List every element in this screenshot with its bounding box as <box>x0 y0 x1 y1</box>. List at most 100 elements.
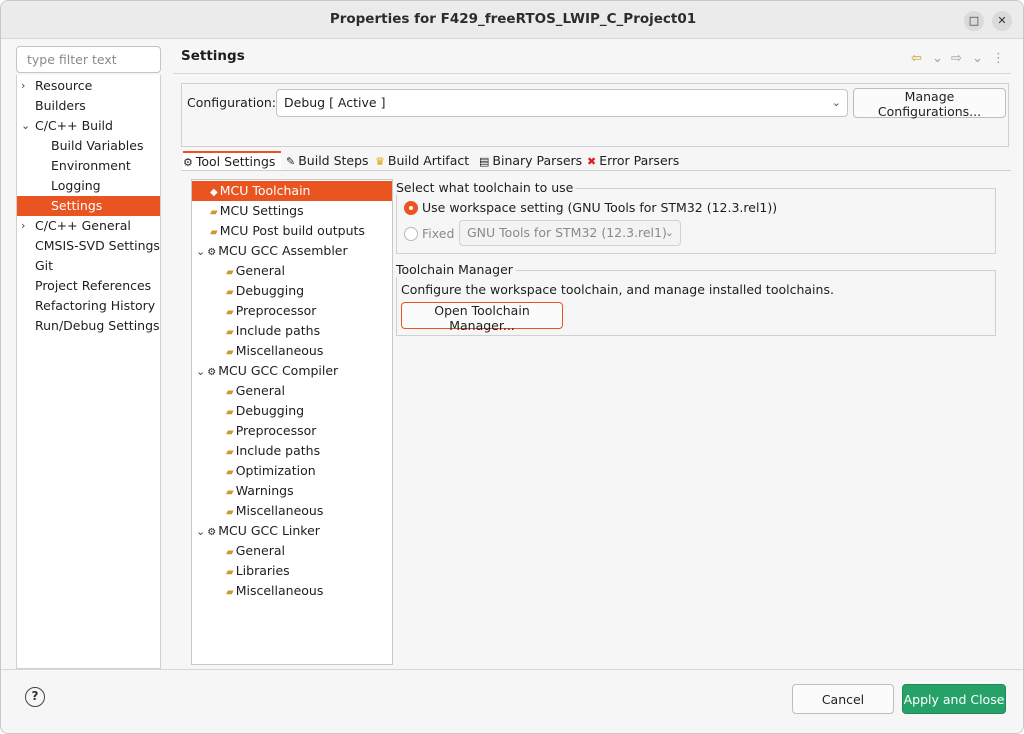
maximize-icon[interactable]: □ <box>964 11 984 31</box>
tree-item-label: MCU Toolchain <box>219 183 311 198</box>
sidebar-item-run-debug[interactable]: Run/Debug Settings <box>17 316 160 336</box>
fixed-radio[interactable] <box>404 227 418 241</box>
filter-input[interactable] <box>16 46 161 73</box>
tab-bar-divider <box>181 170 1011 171</box>
chevron-right-icon[interactable]: › <box>21 216 33 236</box>
tab-tool-settings[interactable]: ⚙ Tool Settings <box>183 151 281 171</box>
configuration-value: Debug [ Active ] <box>284 95 386 110</box>
tree-item-compiler-optimization[interactable]: ▰ Optimization <box>226 461 316 481</box>
tree-item-linker-miscellaneous[interactable]: ▰ Miscellaneous <box>226 581 323 601</box>
properties-dialog: Properties for F429_freeRTOS_LWIP_C_Proj… <box>0 0 1024 734</box>
sidebar-item-label: Settings <box>51 198 103 213</box>
chevron-down-icon[interactable]: ⌄ <box>21 116 33 136</box>
tree-item-label: MCU Settings <box>219 203 304 218</box>
tree-item-label: MCU GCC Compiler <box>218 363 339 378</box>
sidebar-item-cmsis-svd[interactable]: CMSIS-SVD Settings <box>17 236 160 256</box>
tree-item-label: Miscellaneous <box>235 583 324 598</box>
chevron-down-icon[interactable]: ⌄ <box>196 365 205 378</box>
tree-item-label: Warnings <box>235 483 294 498</box>
chip-icon: ◆ <box>210 187 218 198</box>
tree-item-mcu-post-build[interactable]: ▰ MCU Post build outputs <box>210 221 365 241</box>
forward-menu-chevron-icon[interactable]: ⌄ <box>972 51 983 66</box>
fixed-label[interactable]: Fixed <box>422 226 454 241</box>
sidebar-item-git[interactable]: Git <box>17 256 160 276</box>
chevron-right-icon[interactable]: › <box>21 76 33 96</box>
tool-settings-tree: ◆ MCU Toolchain ▰ MCU Settings ▰ MCU Post b… <box>191 179 393 665</box>
back-arrow-icon[interactable]: ⇦ <box>911 51 922 66</box>
header-separator <box>173 73 1011 74</box>
sidebar-item-label: Builders <box>35 98 86 113</box>
tab-label: Tool Settings <box>195 154 276 169</box>
sidebar-item-refactoring-history[interactable]: Refactoring History <box>17 296 160 316</box>
cancel-button[interactable]: Cancel <box>792 684 894 714</box>
tree-item-label: Preprocessor <box>235 423 317 438</box>
tree-item-mcu-settings[interactable]: ▰ MCU Settings <box>210 201 304 221</box>
close-icon[interactable]: ✕ <box>992 11 1012 31</box>
apply-and-close-button[interactable]: Apply and Close <box>902 684 1006 714</box>
sidebar-item-builders[interactable]: Builders <box>17 96 160 116</box>
tree-item-assembler-debugging[interactable]: ▰ Debugging <box>226 281 304 301</box>
workspace-setting-radio[interactable] <box>404 201 418 215</box>
sidebar-item-cpp-build[interactable]: ⌄ C/C++ Build <box>17 116 160 136</box>
forward-arrow-icon[interactable]: ⇨ <box>951 51 962 66</box>
tree-item-compiler-include-paths[interactable]: ▰ Include paths <box>226 441 320 461</box>
tree-item-assembler-preprocessor[interactable]: ▰ Preprocessor <box>226 301 316 321</box>
sidebar-item-settings[interactable]: Settings <box>17 196 160 216</box>
workspace-setting-label[interactable]: Use workspace setting (GNU Tools for STM… <box>422 200 777 215</box>
tab-binary-parsers[interactable]: ▤ Binary Parsers <box>479 151 582 171</box>
tree-item-compiler-debugging[interactable]: ▰ Debugging <box>226 401 304 421</box>
folder-icon: ▰ <box>210 207 218 218</box>
tree-item-label: Libraries <box>235 563 290 578</box>
tree-item-assembler-include-paths[interactable]: ▰ Include paths <box>226 321 320 341</box>
sidebar-item-logging[interactable]: Logging <box>17 176 160 196</box>
tree-item-linker-libraries[interactable]: ▰ Libraries <box>226 561 290 581</box>
tree-item-label: Optimization <box>235 463 316 478</box>
gear-icon: ⚙ <box>207 527 217 538</box>
tree-item-mcu-gcc-linker[interactable]: ⌄ ⚙ MCU GCC Linker <box>196 521 320 541</box>
chevron-down-icon[interactable]: ⌄ <box>196 245 205 258</box>
sidebar-item-label: Environment <box>51 158 131 173</box>
chevron-down-icon: ⌄ <box>664 226 674 239</box>
tree-item-linker-general[interactable]: ▰ General <box>226 541 285 561</box>
sidebar-item-label: C/C++ General <box>35 218 131 233</box>
tree-item-assembler-miscellaneous[interactable]: ▰ Miscellaneous <box>226 341 323 361</box>
tree-item-compiler-warnings[interactable]: ▰ Warnings <box>226 481 294 501</box>
folder-icon: ▰ <box>226 467 234 478</box>
tree-item-assembler-general[interactable]: ▰ General <box>226 261 285 281</box>
tab-build-steps[interactable]: ✎ Build Steps <box>286 151 369 171</box>
help-icon[interactable]: ? <box>25 687 45 707</box>
tree-item-compiler-general[interactable]: ▰ General <box>226 381 285 401</box>
tab-error-parsers[interactable]: ✖ Error Parsers <box>587 151 679 171</box>
sidebar-item-label: Git <box>35 258 54 273</box>
tree-item-compiler-miscellaneous[interactable]: ▰ Miscellaneous <box>226 501 323 521</box>
tab-label: Binary Parsers <box>492 153 583 168</box>
tree-item-mcu-gcc-compiler[interactable]: ⌄ ⚙ MCU GCC Compiler <box>196 361 338 381</box>
title-bar: Properties for F429_freeRTOS_LWIP_C_Proj… <box>1 1 1023 39</box>
tab-build-artifact[interactable]: ♛ Build Artifact <box>375 151 469 171</box>
chevron-down-icon[interactable]: ⌄ <box>196 525 205 538</box>
tree-item-mcu-gcc-assembler[interactable]: ⌄ ⚙ MCU GCC Assembler <box>196 241 348 261</box>
tree-item-compiler-preprocessor[interactable]: ▰ Preprocessor <box>226 421 316 441</box>
binary-icon: ▤ <box>479 155 490 168</box>
sidebar-item-label: Run/Debug Settings <box>35 318 160 333</box>
configuration-select[interactable]: Debug [ Active ] ⌄ <box>276 89 848 117</box>
configuration-label: Configuration: <box>187 95 276 110</box>
view-menu-icon[interactable]: ⋮ <box>992 51 1005 66</box>
open-toolchain-manager-button[interactable]: Open Toolchain Manager... <box>401 302 563 333</box>
folder-icon: ▰ <box>226 387 234 398</box>
folder-icon: ▰ <box>226 547 234 558</box>
back-menu-chevron-icon[interactable]: ⌄ <box>932 51 943 66</box>
error-icon: ✖ <box>587 155 597 168</box>
tree-item-mcu-toolchain[interactable]: ◆ MCU Toolchain <box>192 181 392 201</box>
page-title: Settings <box>181 48 245 64</box>
folder-icon: ▰ <box>226 427 234 438</box>
fixed-toolchain-select[interactable]: GNU Tools for STM32 (12.3.rel1) ⌄ <box>459 220 681 246</box>
sidebar-item-label: Project References <box>35 278 152 293</box>
manage-configurations-button[interactable]: Manage Configurations... <box>853 88 1006 119</box>
sidebar-item-project-references[interactable]: Project References <box>17 276 160 296</box>
folder-icon: ▰ <box>226 407 234 418</box>
sidebar-item-cpp-general[interactable]: › C/C++ General <box>17 216 160 236</box>
sidebar-item-resource[interactable]: › Resource <box>17 76 160 96</box>
sidebar-item-build-variables[interactable]: Build Variables <box>17 136 160 156</box>
sidebar-item-environment[interactable]: Environment <box>17 156 160 176</box>
